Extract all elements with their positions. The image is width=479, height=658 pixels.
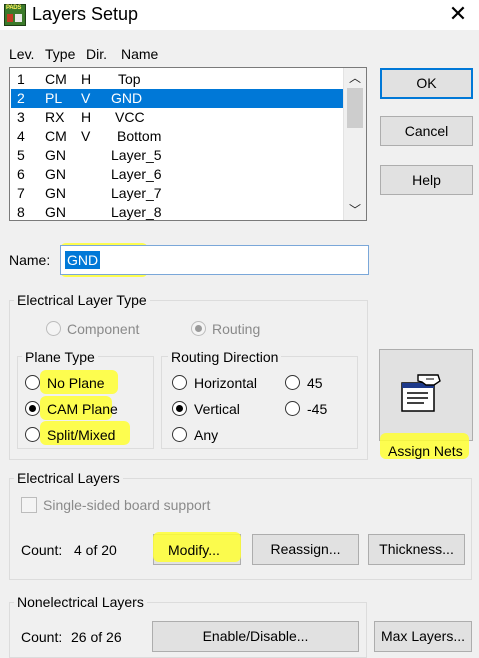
component-radio[interactable] — [46, 321, 61, 336]
assign-nets-label: Assign Nets — [388, 443, 463, 459]
horizontal-label: Horizontal — [194, 375, 258, 391]
split-mixed-radio[interactable] — [25, 427, 40, 442]
nonelectrical-count-value: 26 of 26 — [71, 629, 122, 645]
close-icon[interactable]: ✕ — [446, 2, 470, 26]
dir-minus-45-label: -45 — [307, 401, 328, 417]
reassign-button[interactable]: Reassign... — [252, 534, 359, 565]
header-type: Type — [45, 46, 76, 62]
electrical-layers-title: Electrical Layers — [14, 470, 123, 486]
horizontal-radio[interactable] — [172, 375, 187, 390]
layer-row[interactable]: 6 GN Layer_6 — [11, 165, 343, 184]
plane-type-title: Plane Type — [22, 349, 98, 365]
no-plane-radio[interactable] — [25, 375, 40, 390]
layer-row[interactable]: 3 RX H VCC — [11, 108, 343, 127]
cancel-button[interactable]: Cancel — [380, 116, 473, 146]
routing-direction-group — [161, 356, 358, 449]
dir-minus-45-radio[interactable] — [285, 401, 300, 416]
electrical-count-value: 4 of 20 — [74, 542, 117, 558]
nonelectrical-count-label: Count: — [21, 629, 63, 645]
vertical-label: Vertical — [194, 401, 240, 417]
name-input[interactable]: GND — [60, 245, 369, 275]
routing-direction-title: Routing Direction — [168, 349, 282, 365]
electrical-layer-type-title: Electrical Layer Type — [14, 292, 150, 308]
scrollbar-thumb[interactable] — [347, 88, 363, 128]
layers-listbox[interactable]: 1 CM H Top 2 PL V GND 3 RX H VCC 4 CM V Bottom 5 GN La… — [9, 67, 367, 221]
header-lev: Lev. — [9, 46, 35, 62]
pads-app-icon: PADS — [4, 4, 26, 26]
name-label: Name: — [9, 252, 51, 268]
routing-radio[interactable] — [191, 321, 206, 336]
layer-row[interactable]: 5 GN Layer_5 — [11, 146, 343, 165]
electrical-count-label: Count: — [21, 542, 63, 558]
split-mixed-label: Split/Mixed — [47, 427, 116, 443]
nonelectrical-layers-title: Nonelectrical Layers — [14, 594, 147, 610]
max-layers-button[interactable]: Max Layers... — [374, 621, 472, 652]
list-scrollbar[interactable]: ︿ ﹀ — [343, 68, 366, 220]
cam-plane-radio[interactable] — [25, 401, 40, 416]
any-label: Any — [194, 427, 219, 443]
hand-document-icon — [401, 374, 441, 412]
any-radio[interactable] — [172, 427, 187, 442]
scroll-down-icon[interactable]: ﹀ — [344, 201, 366, 219]
window-title: Layers Setup — [32, 4, 139, 24]
no-plane-label: No Plane — [47, 375, 105, 391]
single-sided-checkbox[interactable] — [21, 497, 37, 513]
scroll-up-icon[interactable]: ︿ — [344, 69, 366, 87]
layer-row[interactable]: 8 GN Layer_8 — [11, 203, 343, 220]
header-name: Name — [121, 46, 159, 62]
dir-45-label: 45 — [307, 375, 323, 391]
help-button[interactable]: Help — [380, 165, 473, 195]
modify-button-label: Modify... — [168, 542, 220, 558]
single-sided-label: Single-sided board support — [43, 497, 211, 513]
layer-row-selected[interactable]: 2 PL V GND — [11, 89, 343, 108]
layer-row[interactable]: 7 GN Layer_7 — [11, 184, 343, 203]
dir-45-radio[interactable] — [285, 375, 300, 390]
cam-plane-label: CAM Plane — [47, 401, 118, 417]
vertical-radio[interactable] — [172, 401, 187, 416]
routing-label: Routing — [212, 321, 261, 337]
component-label: Component — [67, 321, 140, 337]
layer-row[interactable]: 1 CM H Top — [11, 70, 343, 89]
header-dir: Dir. — [86, 46, 107, 62]
enable-disable-button[interactable]: Enable/Disable... — [152, 621, 359, 652]
layer-row[interactable]: 4 CM V Bottom — [11, 127, 343, 146]
ok-button[interactable]: OK — [380, 68, 473, 99]
thickness-button[interactable]: Thickness... — [368, 534, 465, 565]
